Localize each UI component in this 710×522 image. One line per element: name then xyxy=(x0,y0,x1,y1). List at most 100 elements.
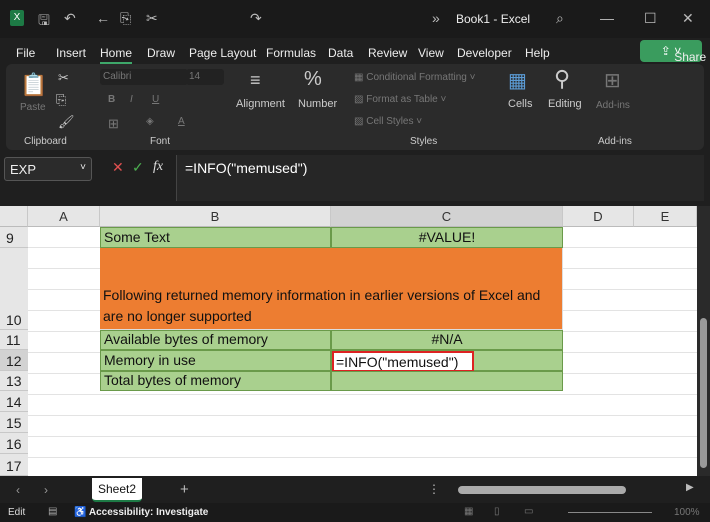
redo-icon[interactable]: ↷ xyxy=(250,10,262,27)
cell-c11[interactable]: #N/A xyxy=(331,330,563,350)
paste-button[interactable]: Paste xyxy=(20,102,46,113)
minimize-icon[interactable]: — xyxy=(600,10,614,26)
column-header-b[interactable]: B xyxy=(100,206,331,227)
copy-icon[interactable]: ⎘ xyxy=(120,10,131,27)
active-cell-editor[interactable]: =INFO("memused") xyxy=(332,351,474,372)
title-bar: X 🖫 ↶ ← ⎘ ✂ ↷ » Book1 - Excel ⌕ — ☐ ✕ xyxy=(0,0,710,38)
horizontal-scroll-thumb[interactable] xyxy=(458,486,626,494)
more-options-icon[interactable]: ⋮ xyxy=(428,482,440,496)
add-sheet-button[interactable]: + xyxy=(180,481,189,498)
cell-b13[interactable]: Total bytes of memory xyxy=(100,371,331,391)
font-color-icon[interactable]: A xyxy=(178,116,185,127)
fill-color-icon[interactable]: ◈ xyxy=(146,116,154,127)
tab-formulas[interactable]: Formulas xyxy=(266,46,316,60)
cell-b12[interactable]: Memory in use xyxy=(100,350,331,371)
editing-button[interactable]: Editing xyxy=(548,98,582,110)
row-header-9[interactable]: 9 xyxy=(0,227,28,248)
cells-icon[interactable]: ▦ xyxy=(508,68,527,93)
normal-view-icon[interactable]: ▦ xyxy=(464,506,473,517)
undo-icon[interactable]: ↶ xyxy=(64,10,76,27)
format-as-table-button[interactable]: ▨ Format as Table ˅ xyxy=(354,94,446,105)
share-button[interactable]: ⇪ Share ˅ xyxy=(640,40,706,64)
accessibility-button[interactable]: ♿ Accessibility: Investigate xyxy=(74,507,208,518)
cell-c12[interactable]: =INFO("memused") xyxy=(331,350,563,372)
tab-data[interactable]: Data xyxy=(328,46,353,60)
cell-b10-merged[interactable]: Following returned memory information in… xyxy=(100,248,563,330)
underline-button[interactable]: U xyxy=(152,94,159,105)
row-header-11[interactable]: 11 xyxy=(0,330,28,350)
bold-button[interactable]: B xyxy=(108,94,115,105)
ribbon: 📋 Paste ✂ ⎘ 🖌 Clipboard Calibri 14 B I U… xyxy=(6,64,704,150)
paste-icon[interactable]: 📋 xyxy=(20,72,47,98)
find-icon[interactable]: ⚲ xyxy=(554,66,570,92)
cut-icon[interactable]: ✂ xyxy=(58,70,69,86)
zoom-level[interactable]: 100% xyxy=(674,507,700,518)
font-name-select[interactable]: Calibri xyxy=(100,69,188,85)
tab-help[interactable]: Help xyxy=(525,46,550,60)
row-header-13[interactable]: 13 xyxy=(0,371,28,391)
prev-sheet-icon[interactable]: ‹ xyxy=(16,483,20,497)
insert-function-button[interactable]: fx xyxy=(153,159,163,175)
spreadsheet-grid[interactable]: A B C D E 9 10 11 12 13 14 15 16 17 Some… xyxy=(0,206,697,476)
format-painter-icon[interactable]: 🖌 xyxy=(58,114,75,130)
search-icon[interactable]: ⌕ xyxy=(556,10,564,27)
copy-icon[interactable]: ⎘ xyxy=(56,92,66,108)
close-icon[interactable]: ✕ xyxy=(682,10,694,27)
macro-icon[interactable]: ▤ xyxy=(48,506,57,517)
more-commands-icon[interactable]: » xyxy=(432,10,440,26)
save-icon[interactable]: 🖫 xyxy=(38,10,50,34)
vertical-scroll-thumb[interactable] xyxy=(700,318,707,468)
conditional-formatting-button[interactable]: ▦ Conditional Formatting ˅ xyxy=(354,72,475,83)
row-header-14[interactable]: 14 xyxy=(0,391,28,412)
number-button[interactable]: Number xyxy=(298,98,337,110)
cancel-icon[interactable]: ✕ xyxy=(112,159,124,176)
enter-icon[interactable]: ✓ xyxy=(132,159,144,176)
select-all-corner[interactable] xyxy=(0,206,28,227)
tab-view[interactable]: View xyxy=(418,46,444,60)
borders-icon[interactable]: ⊞ xyxy=(108,116,119,132)
zoom-slider[interactable] xyxy=(568,512,652,513)
addins-button[interactable]: Add-ins xyxy=(596,100,630,111)
row-header-17[interactable]: 17 xyxy=(0,454,28,476)
alignment-button[interactable]: Alignment xyxy=(236,98,285,110)
back-icon[interactable]: ← xyxy=(96,10,110,26)
tab-page-layout[interactable]: Page Layout xyxy=(189,46,256,60)
ribbon-tabs: File Insert Home Draw Page Layout Formul… xyxy=(0,40,710,64)
formula-input[interactable]: =INFO("memused") xyxy=(176,155,704,201)
page-break-view-icon[interactable]: ▭ xyxy=(524,506,533,517)
scroll-right-icon[interactable]: ▶ xyxy=(686,482,694,493)
column-header-e[interactable]: E xyxy=(634,206,697,227)
cell-b11[interactable]: Available bytes of memory xyxy=(100,330,331,350)
cell-c13[interactable] xyxy=(331,371,563,391)
row-header-16[interactable]: 16 xyxy=(0,433,28,454)
cell-styles-button[interactable]: ▨ Cell Styles ˅ xyxy=(354,116,422,127)
column-header-a[interactable]: A xyxy=(28,206,100,227)
cut-icon[interactable]: ✂ xyxy=(146,10,158,27)
number-icon[interactable]: % xyxy=(304,68,322,91)
cells-button[interactable]: Cells xyxy=(508,98,532,110)
vertical-scrollbar[interactable] xyxy=(697,206,710,476)
addins-icon[interactable]: ⊞ xyxy=(604,68,621,93)
alignment-icon[interactable]: ≡ xyxy=(250,70,261,91)
tab-review[interactable]: Review xyxy=(368,46,407,60)
tab-developer[interactable]: Developer xyxy=(457,46,512,60)
tab-draw[interactable]: Draw xyxy=(147,46,175,60)
next-sheet-icon[interactable]: › xyxy=(44,483,48,497)
page-layout-view-icon[interactable]: ▯ xyxy=(494,506,500,517)
name-box[interactable]: EXP ˅ xyxy=(4,157,92,181)
tab-file[interactable]: File xyxy=(16,46,35,60)
font-size-select[interactable]: 14 xyxy=(186,69,224,85)
tab-insert[interactable]: Insert xyxy=(56,46,86,60)
maximize-icon[interactable]: ☐ xyxy=(644,10,657,27)
column-header-d[interactable]: D xyxy=(563,206,634,227)
row-header-15[interactable]: 15 xyxy=(0,412,28,433)
italic-button[interactable]: I xyxy=(130,94,133,105)
styles-group-label: Styles xyxy=(410,136,438,147)
row-header-10[interactable]: 10 xyxy=(0,248,28,330)
tab-home[interactable]: Home xyxy=(100,46,133,64)
sheet-tab-sheet2[interactable]: Sheet2 xyxy=(92,478,142,502)
cell-b9[interactable]: Some Text xyxy=(100,227,331,248)
cell-c9[interactable]: #VALUE! xyxy=(331,227,563,248)
column-header-c[interactable]: C xyxy=(331,206,563,227)
row-header-12[interactable]: 12 xyxy=(0,350,28,371)
